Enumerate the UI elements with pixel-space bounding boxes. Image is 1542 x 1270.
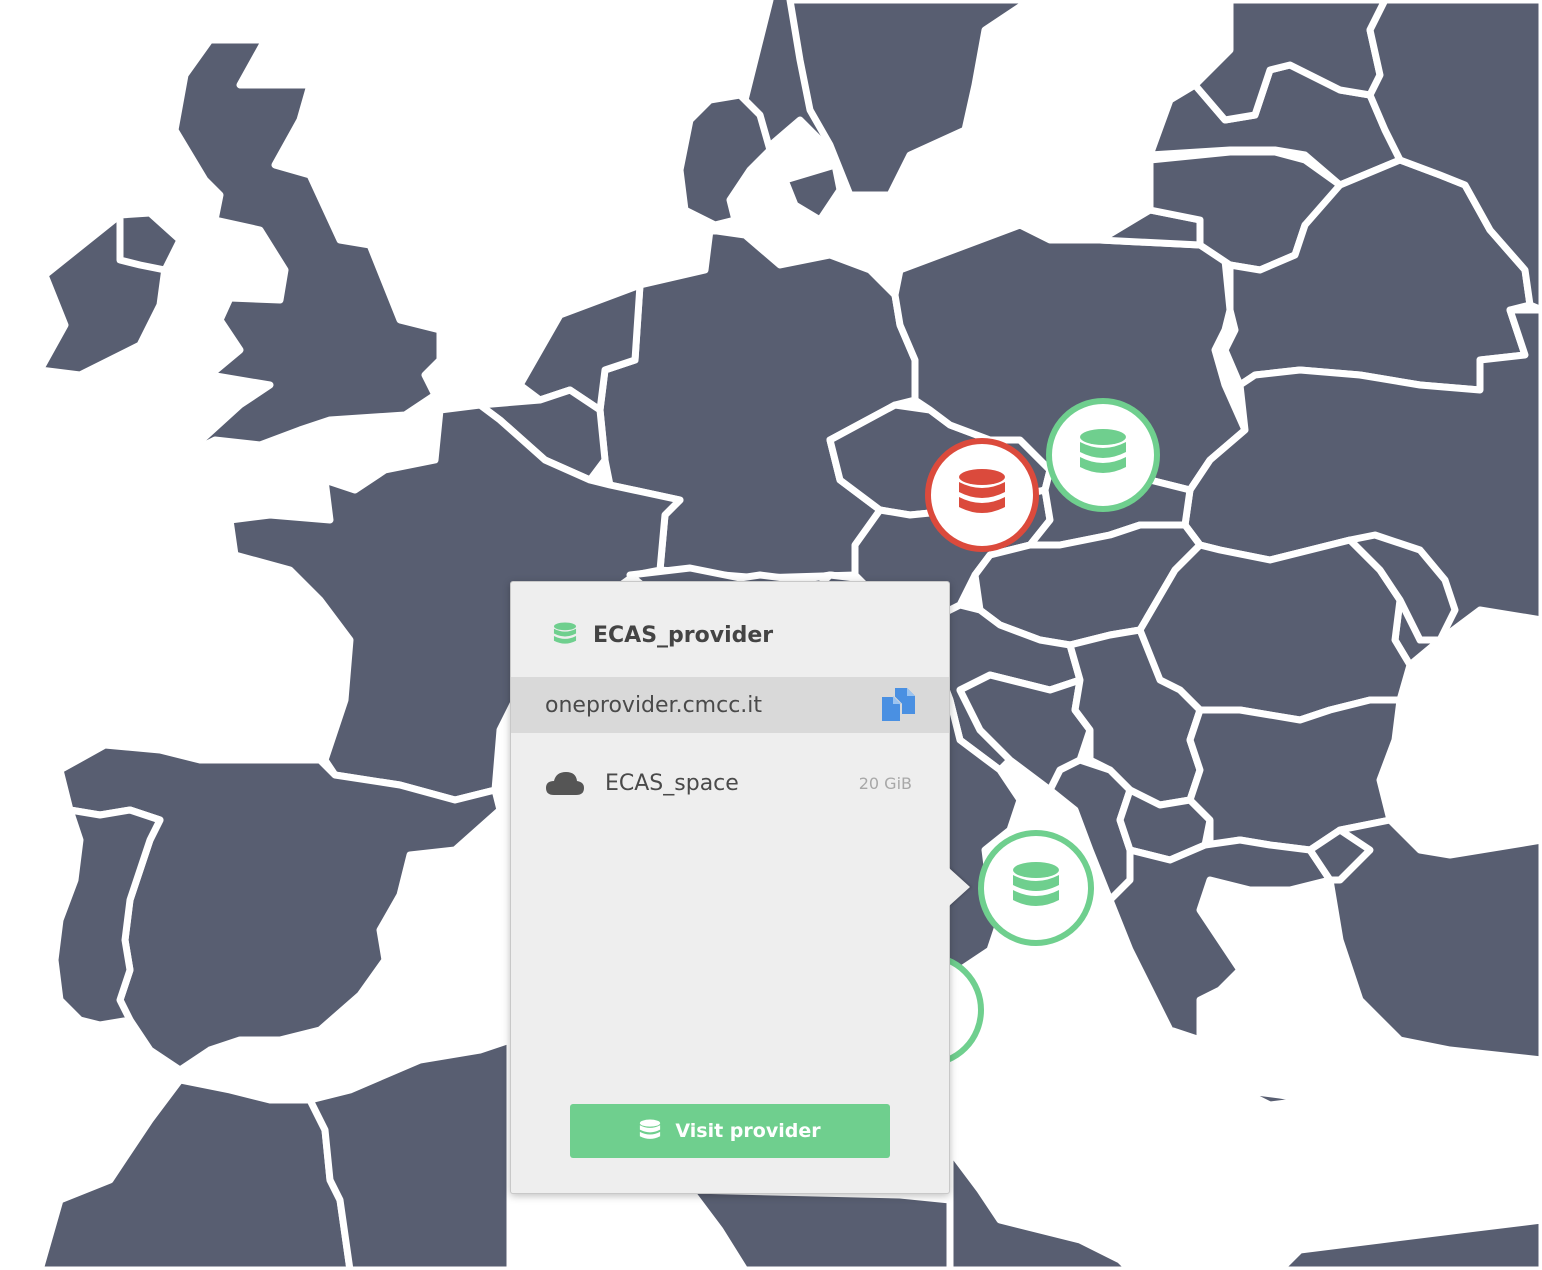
popup-header: ECAS_provider — [553, 622, 773, 648]
land-crete — [1236, 1086, 1314, 1109]
database-icon — [640, 1119, 661, 1139]
database-icon — [1080, 429, 1126, 473]
provider-marker-selected[interactable] — [978, 830, 1094, 946]
provider-marker-online[interactable] — [1046, 398, 1160, 512]
provider-hostname: oneprovider.cmcc.it — [545, 692, 763, 718]
cloud-icon — [546, 772, 584, 795]
land-northern-ireland — [116, 209, 184, 274]
provider-marker-offline[interactable] — [925, 438, 1039, 552]
hostname-row: oneprovider.cmcc.it — [511, 677, 949, 733]
visit-provider-button[interactable]: Visit provider — [570, 1104, 890, 1158]
database-icon — [1013, 862, 1059, 906]
space-name: ECAS_space — [605, 770, 739, 796]
space-item[interactable]: ECAS_space 20 GiB — [511, 758, 949, 808]
database-icon — [959, 469, 1005, 513]
land-island-zealand — [781, 161, 844, 224]
land-north-africa-mid — [686, 1186, 954, 1270]
provider-popup: ECAS_provider oneprovider.cmcc.it ECAS_s… — [510, 581, 950, 1194]
land-great-britain — [171, 36, 444, 459]
copy-icon[interactable] — [879, 686, 917, 724]
land-tunisia-libya — [946, 1146, 1134, 1270]
provider-name: ECAS_provider — [593, 622, 774, 648]
visit-provider-label: Visit provider — [675, 1120, 821, 1142]
land-denmark — [676, 91, 774, 229]
database-icon — [553, 622, 577, 644]
land-egypt-coast — [1276, 1216, 1542, 1270]
space-size: 20 GiB — [858, 773, 912, 793]
popup-pointer — [949, 868, 970, 906]
land-morocco — [36, 1076, 354, 1270]
land-greece — [1106, 836, 1334, 1044]
